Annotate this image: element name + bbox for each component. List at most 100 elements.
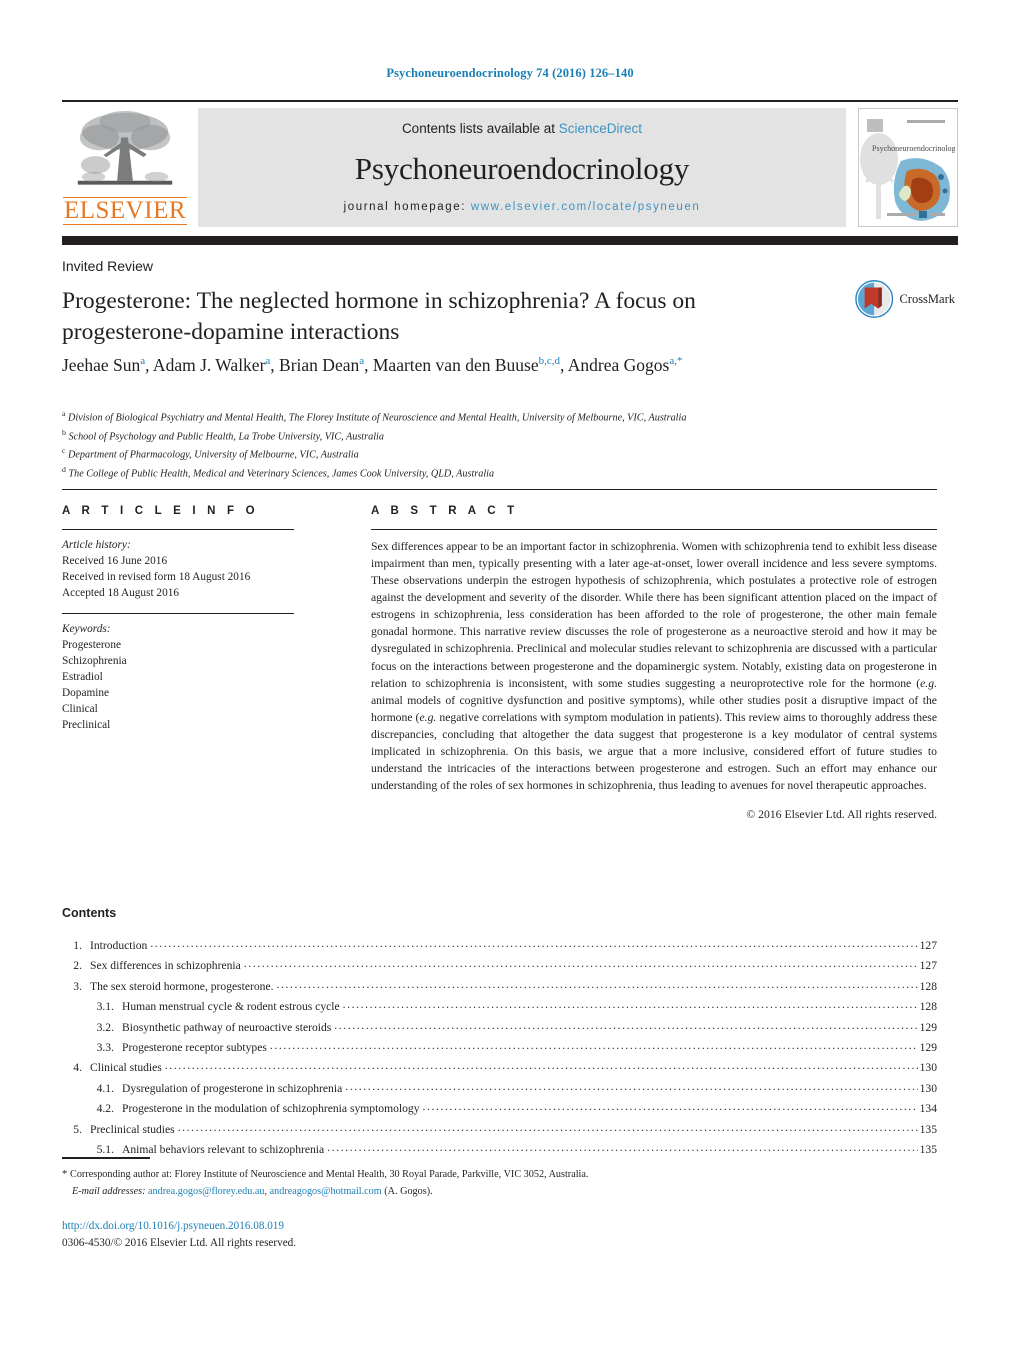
history-item: Received 16 June 2016 [62, 555, 168, 568]
toc-leader-dots: ........................................… [269, 1038, 918, 1052]
toc-label: Clinical studies [90, 1061, 162, 1075]
toc-row[interactable]: 2. Sex differences in schizophrenia......… [62, 956, 937, 976]
toc-number: 4. [73, 1061, 82, 1075]
crossmark-badge[interactable]: CrossMark [855, 277, 955, 321]
svg-text:Psychoneuroendocrinology: Psychoneuroendocrinology [872, 144, 955, 153]
keyword-item: Preclinical [62, 719, 111, 732]
table-of-contents: 1. Introduction..........................… [62, 936, 937, 1160]
toc-leader-dots: ........................................… [334, 1018, 918, 1032]
homepage-prefix: journal homepage: [343, 201, 471, 213]
sciencedirect-link[interactable]: ScienceDirect [559, 121, 642, 136]
email-line: E-mail addresses: andrea.gogos@florey.ed… [72, 1185, 433, 1197]
toc-page-number: 129 [919, 1040, 937, 1054]
toc-page-number: 130 [919, 1081, 937, 1095]
toc-label: Sex differences in schizophrenia [90, 959, 241, 973]
affiliation-text: Department of Pharmacology, University o… [68, 449, 359, 461]
toc-leader-dots: ........................................… [150, 937, 918, 950]
email-suffix: (A. Gogos). [384, 1185, 433, 1197]
page-title: Progesterone: The neglected hormone in s… [62, 288, 696, 346]
contents-heading: Contents [62, 906, 117, 920]
affiliation-item: c Department of Pharmacology, University… [62, 445, 892, 464]
toc-label: Introduction [90, 939, 148, 952]
toc-number: 5. [73, 1122, 82, 1136]
article-type-label: Invited Review [62, 258, 154, 274]
toc-leader-dots: ........................................… [243, 957, 918, 971]
toc-row[interactable]: 4.1. Dysregulation of progesterone in sch… [62, 1079, 937, 1099]
toc-row[interactable]: 4. Clinical studies......................… [62, 1058, 937, 1078]
homepage-url-link[interactable]: www.elsevier.com/locate/psyneuen [471, 201, 701, 213]
toc-leader-dots: ........................................… [345, 1079, 917, 1093]
abstract-rule [371, 529, 937, 530]
crossmark-label: CrossMark [899, 291, 955, 306]
toc-page-number: 135 [919, 1142, 937, 1156]
keyword-item: Progesterone [62, 639, 121, 652]
toc-page-number: 130 [919, 1061, 937, 1075]
toc-row[interactable]: 4.2. Progesterone in the modulation of sc… [62, 1099, 937, 1119]
elsevier-logo: ELSEVIER [62, 108, 188, 227]
corresponding-text: Corresponding author at: Florey Institut… [70, 1169, 589, 1180]
elsevier-tree-icon [77, 110, 173, 185]
masthead-top-rule [62, 100, 958, 102]
toc-number: 4.1. [96, 1081, 114, 1095]
email-link-secondary[interactable]: andreagogos@hotmail.com [270, 1186, 382, 1197]
abstract-column: A B S T R A C T Sex differences appear t… [371, 505, 937, 821]
affiliation-item: a Division of Biological Psychiatry and … [62, 408, 892, 427]
toc-leader-dots: ........................................… [327, 1140, 917, 1154]
contents-available-prefix: Contents lists available at [401, 121, 559, 136]
keyword-item: Estradiol [62, 671, 103, 684]
affiliation-text: The College of Public Health, Medical an… [68, 467, 495, 479]
toc-page-number: 128 [919, 979, 937, 993]
doi-link[interactable]: http://dx.doi.org/10.1016/j.psyneuen.201… [62, 1218, 296, 1235]
article-history-group: Article history: Received 16 June 2016 R… [62, 537, 294, 601]
toc-page-number: 134 [919, 1102, 937, 1116]
toc-label: Biosynthetic pathway of neuroactive ster… [122, 1020, 332, 1034]
toc-leader-dots: ........................................… [177, 1120, 918, 1134]
keyword-item: Schizophrenia [62, 655, 127, 668]
author-list: Jeehae Suna, Adam J. Walkera, Brian Dean… [62, 355, 683, 375]
toc-label: Dysregulation of progesterone in schizop… [122, 1081, 343, 1095]
corresponding-author-footnote: * Corresponding author at: Florey Instit… [62, 1166, 822, 1200]
abstract-body: Sex differences appear to be an importan… [371, 540, 938, 793]
crossmark-icon [855, 280, 894, 318]
affiliation-marker: c [62, 446, 66, 455]
corresponding-marker: * [62, 1168, 68, 1180]
toc-row[interactable]: 3.2. Biosynthetic pathway of neuroactive … [62, 1018, 937, 1038]
elsevier-wordmark: ELSEVIER [62, 196, 188, 225]
corresponding-author-line: * Corresponding author at: Florey Instit… [62, 1166, 822, 1184]
toc-row[interactable]: 3.3. Progesterone receptor subtypes......… [62, 1038, 937, 1058]
keywords-rule [62, 613, 294, 615]
abstract-heading: A B S T R A C T [371, 505, 519, 517]
abstract-copyright: © 2016 Elsevier Ltd. All rights reserved… [746, 808, 937, 822]
toc-label: The sex steroid hormone, progesterone. [90, 979, 274, 993]
toc-label: Human menstrual cycle & rodent estrous c… [122, 1000, 340, 1014]
toc-row[interactable]: 5.1. Animal behaviors relevant to schizop… [62, 1140, 937, 1160]
toc-label: Progesterone in the modulation of schizo… [122, 1102, 420, 1116]
toc-page-number: 127 [919, 939, 937, 952]
running-head: Psychoneuroendocrinology 74 (2016) 126–1… [386, 66, 634, 80]
toc-label: Preclinical studies [90, 1122, 175, 1136]
affiliation-text: Division of Biological Psychiatry and Me… [68, 412, 687, 424]
toc-row[interactable]: 1. Introduction..........................… [62, 936, 937, 956]
keywords-group: Keywords: Progesterone Schizophrenia Est… [62, 621, 294, 733]
toc-page-number: 129 [919, 1020, 937, 1034]
journal-masthead: ELSEVIER Contents lists available at Sci… [62, 100, 958, 245]
doi-footer: http://dx.doi.org/10.1016/j.psyneuen.201… [62, 1218, 296, 1252]
contents-available-line: Contents lists available at ScienceDirec… [402, 121, 642, 136]
toc-number: 2. [73, 959, 82, 973]
toc-number: 4.2. [96, 1102, 114, 1116]
toc-number: 3. [73, 979, 82, 993]
history-item: Accepted 18 August 2016 [62, 587, 180, 600]
keyword-item: Dopamine [62, 687, 110, 700]
toc-row[interactable]: 5. Preclinical studies...................… [62, 1120, 937, 1140]
toc-leader-dots: ........................................… [276, 977, 918, 991]
toc-leader-dots: ........................................… [164, 1059, 918, 1073]
toc-row[interactable]: 3. The sex steroid hormone, progesterone.… [62, 977, 937, 997]
toc-leader-dots: ........................................… [342, 998, 918, 1012]
issn-copyright-line: 0306-4530/© 2016 Elsevier Ltd. All right… [62, 1237, 297, 1250]
journal-cover-thumbnail: Psychoneuroendocrinology [858, 108, 958, 227]
toc-number: 3.3. [96, 1040, 114, 1054]
email-link-primary[interactable]: andrea.gogos@florey.edu.au [148, 1186, 265, 1197]
affiliation-item: b School of Psychology and Public Health… [62, 427, 892, 446]
footnote-rule [62, 1157, 150, 1159]
toc-row[interactable]: 3.1. Human menstrual cycle & rodent estro… [62, 997, 937, 1017]
